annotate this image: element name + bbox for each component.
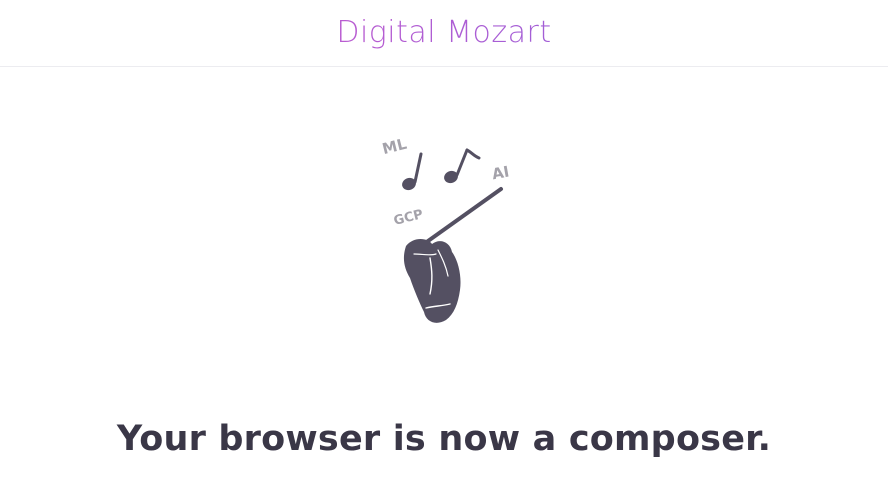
ml-label: ML xyxy=(380,135,409,158)
conductor-illustration: ML AI GCP xyxy=(370,118,530,328)
quarter-note-icon xyxy=(402,152,423,191)
site-header: Digital Mozart xyxy=(0,0,888,67)
hand-icon xyxy=(403,239,461,323)
ai-label: AI xyxy=(491,163,511,184)
eighth-note-icon xyxy=(444,148,481,184)
hero-tagline: Your browser is now a composer. xyxy=(116,419,772,460)
gcp-label: GCP xyxy=(392,207,424,229)
conductor-hand-icon: ML AI GCP xyxy=(380,135,511,323)
brand-title[interactable]: Digital Mozart xyxy=(0,13,888,53)
